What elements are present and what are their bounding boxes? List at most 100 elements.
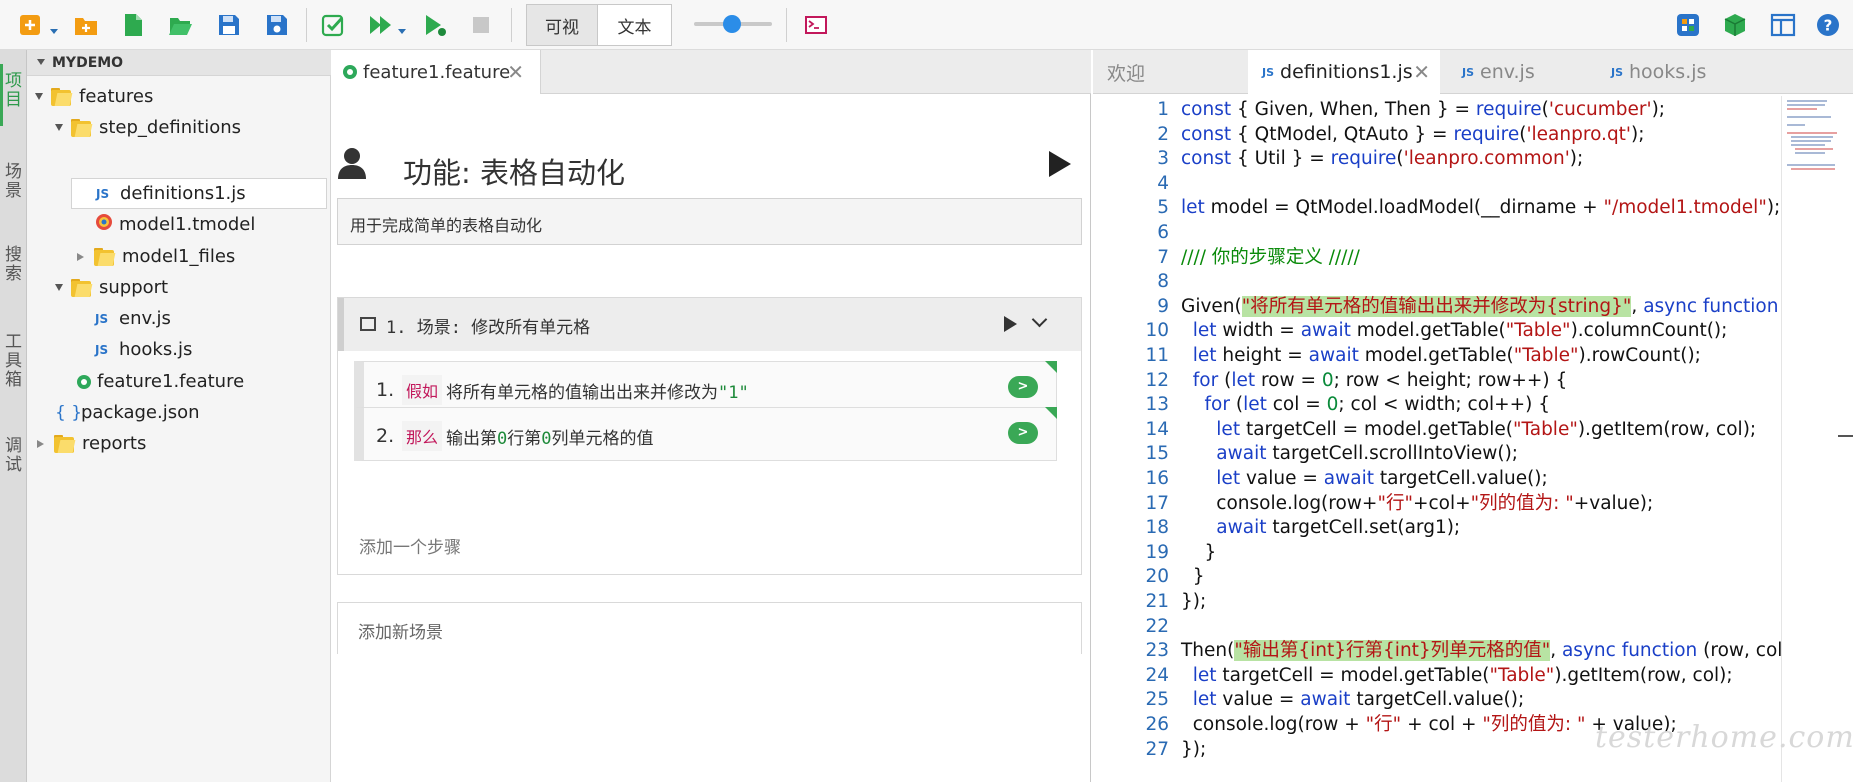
expand-icon[interactable] — [77, 252, 84, 261]
code-line[interactable]: 3 const { Util } = require('leanpro.commo… — [1093, 147, 1783, 172]
feature-description[interactable]: 用于完成简单的表格自动化 — [337, 198, 1082, 245]
new-project-dropdown-icon[interactable] — [50, 29, 58, 34]
code-line[interactable]: 24 let targetCell = model.getTable("Tabl… — [1093, 664, 1783, 689]
rail-item-debug[interactable]: 调试 — [2, 437, 25, 475]
rail-item-project[interactable]: 项目 — [2, 72, 25, 110]
step-row[interactable]: 2. 那么 输出第0行第0列单元格的值 > — [354, 407, 1057, 461]
line-number: 25 — [1145, 689, 1169, 711]
run-icon[interactable] — [420, 10, 450, 40]
save-as-icon[interactable] — [262, 10, 292, 40]
scenario-header[interactable]: 1. 场景: 修改所有单元格 — [338, 298, 1081, 351]
code-line[interactable]: 23 Then("输出第{int}行第{int}列单元格的值", async fu… — [1093, 639, 1783, 664]
code-line[interactable]: 5 let model = QtModel.loadModel(__dirname… — [1093, 196, 1783, 221]
open-folder-icon[interactable] — [166, 10, 196, 40]
model-icon[interactable] — [1720, 10, 1750, 40]
tree-item-env-js[interactable]: JS env.js — [95, 303, 171, 334]
close-icon[interactable]: ✕ — [1413, 60, 1430, 84]
run-feature-icon[interactable] — [1049, 151, 1071, 177]
rail-item-scenario[interactable]: 场景 — [2, 163, 25, 201]
zoom-slider-thumb[interactable] — [723, 15, 741, 33]
text-mode-toggle[interactable]: 文本 — [597, 4, 672, 46]
code-line[interactable]: 6 — [1093, 221, 1783, 246]
expand-icon[interactable] — [35, 93, 43, 100]
code-line[interactable]: 11 let height = await model.getTable("Ta… — [1093, 344, 1783, 369]
code-line[interactable]: 21}); — [1093, 590, 1783, 615]
project-root-header[interactable]: MYDEMO — [27, 50, 331, 76]
add-step-input[interactable]: 添加一个步骤 — [359, 533, 461, 558]
code-line[interactable]: 18 await targetCell.set(arg1); — [1093, 516, 1783, 541]
tree-item-feature1-feature[interactable]: feature1.feature — [77, 366, 244, 397]
tree-item-model1-files[interactable]: model1_files — [77, 241, 235, 272]
run-dropdown-icon[interactable] — [398, 29, 406, 34]
visual-mode-toggle[interactable]: 可视 — [526, 4, 598, 46]
run-step-button[interactable]: > — [1008, 422, 1038, 444]
run-scenario-icon[interactable] — [1004, 316, 1017, 332]
run-all-icon[interactable] — [366, 10, 396, 40]
code-line[interactable]: 9 Given("将所有单元格的值输出出来并修改为{string}", async… — [1093, 295, 1783, 320]
tree-item-reports[interactable]: reports — [37, 428, 146, 459]
terminal-icon[interactable] — [801, 10, 831, 40]
new-file-icon[interactable] — [118, 10, 148, 40]
expand-icon[interactable] — [37, 439, 44, 448]
tab-welcome[interactable]: 欢迎 — [1107, 50, 1257, 94]
tab-label: hooks.js — [1629, 61, 1707, 83]
stop-icon[interactable] — [466, 10, 496, 40]
code-line[interactable]: 19 } — [1093, 541, 1783, 566]
code-line[interactable]: 4 — [1093, 172, 1783, 197]
js-file-icon: JS — [95, 342, 109, 357]
rail-item-search[interactable]: 搜索 — [2, 246, 25, 284]
tree-item-features[interactable]: features — [35, 81, 153, 112]
layout-icon[interactable] — [1768, 10, 1798, 40]
folder-icon — [54, 434, 76, 453]
code-line[interactable]: 20 } — [1093, 565, 1783, 590]
save-icon[interactable] — [214, 10, 244, 40]
new-project-icon[interactable] — [16, 10, 46, 40]
tree-item-step-definitions[interactable]: step_definitions — [55, 112, 241, 143]
tree-item-package-json[interactable]: { } package.json — [55, 397, 200, 428]
feature-title[interactable]: 功能: 表格自动化 — [403, 150, 625, 192]
tree-item-definitions1-js[interactable]: JS definitions1.js — [71, 178, 327, 209]
code-line[interactable]: 14 let targetCell = model.getTable("Tabl… — [1093, 418, 1783, 443]
expand-icon[interactable] — [55, 284, 63, 291]
close-icon[interactable]: ✕ — [507, 60, 524, 84]
line-number: 6 — [1157, 222, 1169, 243]
code-line[interactable]: 1 const { Given, When, Then } = require('… — [1093, 98, 1783, 123]
code-line[interactable]: 16 let value = await targetCell.value(); — [1093, 467, 1783, 492]
tree-item-hooks-js[interactable]: JS hooks.js — [95, 334, 192, 365]
code-line[interactable]: 22 — [1093, 615, 1783, 640]
code-area[interactable]: 1 const { Given, When, Then } = require('… — [1093, 96, 1783, 782]
tree-item-model1-tmodel[interactable]: model1.tmodel — [95, 209, 255, 240]
scrollbar-marker[interactable] — [1838, 435, 1853, 437]
code-line[interactable]: 15 await targetCell.scrollIntoView(); — [1093, 442, 1783, 467]
code-line[interactable]: 12 for (let row = 0; row < height; row++… — [1093, 369, 1783, 394]
add-scenario-input[interactable]: 添加新场景 — [337, 602, 1082, 654]
help-icon[interactable]: ? — [1813, 10, 1843, 40]
run-step-button[interactable]: > — [1008, 376, 1038, 398]
scenario-title[interactable]: 1. 场景: 修改所有单元格 — [386, 313, 590, 338]
tab-definitions1-js[interactable]: JS definitions1.js ✕ — [1248, 50, 1440, 94]
code-line[interactable]: 10 let width = await model.getTable("Tab… — [1093, 319, 1783, 344]
tab-feature1-feature[interactable]: feature1.feature ✕ — [331, 50, 541, 94]
code-line[interactable]: 13 for (let col = 0; col < width; col++)… — [1093, 393, 1783, 418]
tree-item-support[interactable]: support — [55, 272, 168, 303]
chevron-down-icon[interactable] — [1031, 311, 1048, 328]
feature-tab-bar: feature1.feature ✕ — [331, 50, 1091, 94]
code-line[interactable]: 25 let value = await targetCell.value(); — [1093, 688, 1783, 713]
check-icon[interactable] — [318, 10, 348, 40]
code-line[interactable]: 7 //// 你的步骤定义 ///// — [1093, 246, 1783, 271]
rail-item-toolbox[interactable]: 工具箱 — [2, 333, 25, 390]
step-text[interactable]: 将所有单元格的值输出出来并修改为"1" — [446, 378, 749, 403]
step-text[interactable]: 输出第0行第0列单元格的值 — [446, 424, 654, 449]
tab-hooks-js[interactable]: JS hooks.js — [1597, 50, 1747, 94]
tab-env-js[interactable]: JS env.js — [1448, 50, 1593, 94]
code-line[interactable]: 2 const { QtModel, QtAuto } = require('le… — [1093, 123, 1783, 148]
expand-icon[interactable] — [55, 124, 63, 131]
app-icon[interactable] — [1673, 10, 1703, 40]
collapse-icon[interactable] — [37, 59, 45, 65]
code-line[interactable]: 17 console.log(row+"行"+col+"列的值为: "+valu… — [1093, 492, 1783, 517]
minimap[interactable] — [1783, 96, 1841, 176]
new-folder-icon[interactable] — [71, 10, 101, 40]
project-tree: MYDEMO features step_definitions JS defi… — [27, 50, 331, 782]
code-line[interactable]: 8 — [1093, 270, 1783, 295]
line-text: }); — [1181, 591, 1207, 612]
